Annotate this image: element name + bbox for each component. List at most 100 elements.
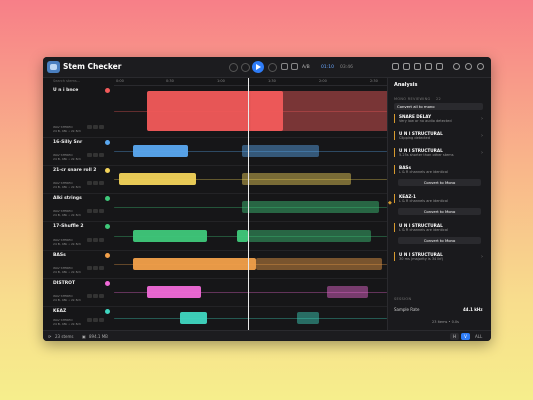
ruler-label: 1:00	[217, 79, 225, 83]
convert-to-mono-button[interactable]: Convert to Mono	[398, 208, 481, 215]
loop-icon[interactable]	[229, 63, 238, 72]
chevron-right-icon[interactable]: ›	[481, 116, 483, 122]
track-mute-button[interactable]	[87, 125, 92, 129]
issue-card[interactable]: BASs L & R channels are identical	[394, 165, 483, 174]
waveform-baseline	[114, 318, 387, 319]
ruler-label: 0:00	[116, 79, 124, 83]
waveform-lane[interactable]	[114, 173, 387, 185]
search-placeholder: Search stems...	[53, 79, 81, 83]
track-record-button[interactable]	[99, 238, 104, 242]
track-color-dot[interactable]	[105, 253, 110, 258]
skip-forward-icon[interactable]	[268, 63, 277, 72]
ab-compare-button[interactable]: A/B	[302, 65, 310, 70]
window-icon[interactable]	[436, 63, 443, 70]
search-field[interactable]: Search stems...	[43, 78, 114, 85]
track-row[interactable]: Alki strings WAV STEREO 24 B, 48k • 2k 8ch	[43, 193, 387, 222]
issue-card[interactable]: U N I STRUCTURAL L & R channels are iden…	[394, 223, 483, 232]
issue-description: 30 ms (majority is 34 lkf)	[399, 257, 443, 261]
play-button[interactable]	[252, 61, 264, 73]
ruler-label: 2:00	[319, 79, 327, 83]
track-row[interactable]: 21-cr snare roll 2 WAV STEREO 24 B, 48k • …	[43, 165, 387, 194]
waveform-lane[interactable]	[114, 145, 387, 157]
info-icon[interactable]	[453, 63, 460, 70]
skip-back-icon[interactable]	[241, 63, 250, 72]
track-color-dot[interactable]	[105, 224, 110, 229]
convert-all-button[interactable]: Convert all to mono	[394, 103, 483, 110]
waveform-lane[interactable]	[114, 258, 387, 270]
waveform-lane[interactable]	[114, 91, 409, 131]
track-color-dot[interactable]	[105, 196, 110, 201]
track-mute-button[interactable]	[87, 294, 92, 298]
track-mute-button[interactable]	[87, 238, 92, 242]
convert-to-mono-button[interactable]: Convert to Mono	[398, 237, 481, 244]
track-record-button[interactable]	[99, 266, 104, 270]
account-icon[interactable]	[477, 63, 484, 70]
waveform-lane[interactable]	[114, 229, 387, 242]
chevron-right-icon[interactable]: ›	[481, 254, 483, 260]
chevron-right-icon[interactable]: ›	[481, 150, 483, 156]
track-mute-button[interactable]	[87, 266, 92, 270]
convert-to-mono-button[interactable]: Convert to Mono	[398, 179, 481, 186]
issue-card[interactable]: KEAZ-1 L & R channels are identical	[394, 194, 483, 203]
track-color-dot[interactable]	[105, 281, 110, 286]
horizontal-view-button[interactable]: H	[450, 333, 459, 340]
track-record-button[interactable]	[99, 181, 104, 185]
item-count: 23 items • 0.0s	[432, 320, 459, 324]
track-color-dot[interactable]	[105, 88, 110, 93]
ruler-label: 2:30	[370, 79, 378, 83]
issue-card[interactable]: U N I STRUCTURAL Clipping detected	[394, 131, 483, 140]
issue-card[interactable]: U N I STRUCTURAL 30 ms (majority is 34 l…	[394, 252, 483, 261]
track-mute-button[interactable]	[87, 209, 92, 213]
track-details: 24 B, 48k • 2k 8ch	[53, 129, 82, 133]
playhead[interactable]	[248, 78, 249, 341]
all-button[interactable]: ALL	[475, 334, 482, 339]
track-row[interactable]: 16-Silly Snr WAV STEREO 24 B, 48k • 2k 8ch	[43, 137, 387, 166]
track-solo-button[interactable]	[93, 181, 98, 185]
track-solo-button[interactable]	[93, 153, 98, 157]
track-row[interactable]: 17-Shuffle 2 WAV STEREO 24 B, 48k • 2k 8ch	[43, 221, 387, 251]
track-name: 17-Shuffle 2	[53, 224, 84, 229]
track-color-dot[interactable]	[105, 309, 110, 314]
track-solo-button[interactable]	[93, 209, 98, 213]
track-mute-button[interactable]	[87, 318, 92, 322]
track-row[interactable]: DISTROT WAV STEREO 24 B, 48k • 2k 8ch	[43, 278, 387, 307]
waveform-lane[interactable]	[114, 312, 387, 324]
track-mute-button[interactable]	[87, 181, 92, 185]
chevron-right-icon[interactable]: ›	[481, 133, 483, 139]
track-record-button[interactable]	[99, 209, 104, 213]
status-bar: ⟳ 23 stems ▣ 894.1 MB H V ALL	[43, 330, 491, 341]
track-solo-button[interactable]	[93, 125, 98, 129]
waveform-segment	[236, 229, 248, 242]
waveform-segment	[242, 145, 319, 157]
upload-icon[interactable]	[414, 63, 421, 70]
export-icon[interactable]	[281, 63, 288, 70]
waveform-lane[interactable]	[114, 201, 387, 213]
add-icon[interactable]	[403, 63, 410, 70]
cloud-icon[interactable]	[425, 63, 432, 70]
track-color-dot[interactable]	[105, 140, 110, 145]
panel-title: Analysis	[394, 82, 418, 88]
track-color-dot[interactable]	[105, 168, 110, 173]
track-solo-button[interactable]	[93, 238, 98, 242]
issue-card[interactable]: U N I STRUCTURAL 5.25s shorter than othe…	[394, 148, 483, 157]
waveform-lane[interactable]	[114, 286, 387, 298]
track-solo-button[interactable]	[93, 318, 98, 322]
track-row[interactable]: KEAZ WAV STEREO 24 B, 48k • 2k 8ch	[43, 306, 387, 331]
issue-card[interactable]: SNARE DELAY Very low or no audio detecte…	[394, 114, 483, 123]
track-record-button[interactable]	[99, 294, 104, 298]
issue-description: Very low or no audio detected	[399, 119, 452, 123]
settings-icon[interactable]	[465, 63, 472, 70]
section-heading: SESSION	[394, 297, 412, 301]
home-icon[interactable]	[392, 63, 399, 70]
track-record-button[interactable]	[99, 318, 104, 322]
track-solo-button[interactable]	[93, 266, 98, 270]
vertical-view-button[interactable]: V	[461, 333, 470, 340]
link-icon: ⟳	[48, 334, 52, 339]
track-solo-button[interactable]	[93, 294, 98, 298]
track-mute-button[interactable]	[87, 153, 92, 157]
track-row[interactable]: BASs WAV STEREO 24 B, 48k • 2k 8ch	[43, 250, 387, 279]
track-row[interactable]: U n i bnce WAV STEREO 24 B, 48k • 2k 8ch	[43, 85, 409, 138]
track-record-button[interactable]	[99, 153, 104, 157]
refresh-icon[interactable]	[291, 63, 298, 70]
track-record-button[interactable]	[99, 125, 104, 129]
